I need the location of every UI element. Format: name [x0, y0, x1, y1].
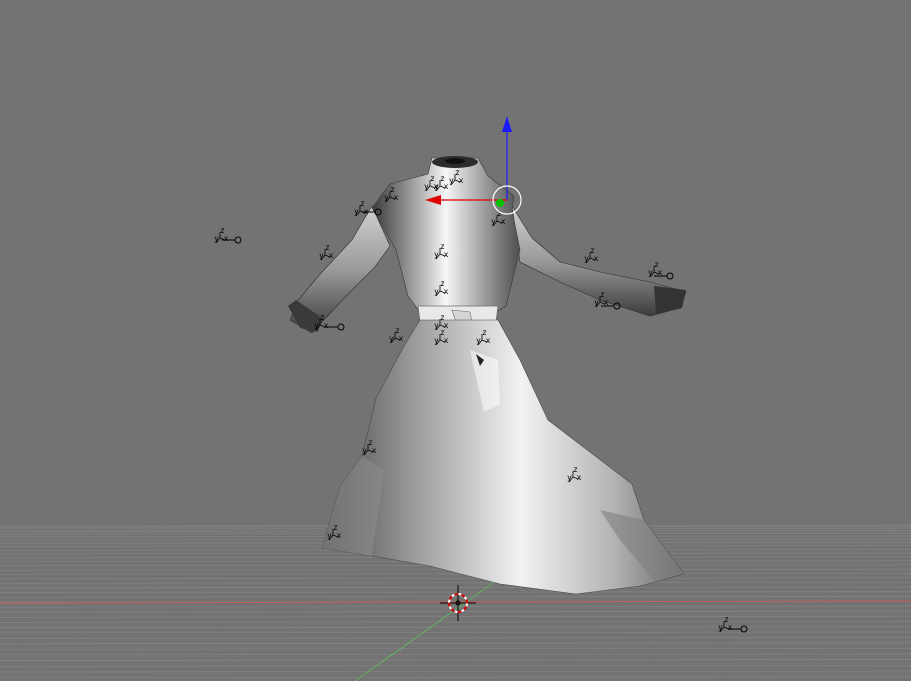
neck-opening [445, 158, 465, 164]
empty-label-z: z [440, 174, 445, 183]
empty-label-z: z [440, 242, 445, 251]
empty-label-z: z [440, 328, 445, 337]
gizmo-y-handle[interactable] [496, 199, 504, 207]
empty-label-z: z [724, 615, 729, 624]
empty-label-z: z [368, 438, 373, 447]
empty-label-z: z [220, 226, 225, 235]
empty-label-z: z [455, 168, 460, 177]
empty-label: y x [314, 321, 329, 330]
empty-label-z: z [600, 290, 605, 299]
empty-label: y x [434, 182, 449, 191]
empty-label-z: z [395, 326, 400, 335]
empty-label-z: z [325, 243, 330, 252]
3d-viewport[interactable]: y xzy xzy xzy xzy xzy xzy xzy xzy xzy xz… [0, 0, 911, 681]
empty-label-z: z [333, 523, 338, 532]
empty-label: y x [434, 287, 449, 296]
empty-label-z: z [654, 260, 659, 269]
empty-label: y x [476, 336, 491, 345]
empty-label: y x [567, 473, 582, 482]
empty-label-z: z [360, 199, 365, 208]
empty-label: y x [491, 217, 506, 226]
empty-label-z: z [390, 185, 395, 194]
empty-label-z: z [440, 279, 445, 288]
empty-label: y x [214, 234, 229, 243]
empty-label: y x [718, 623, 733, 632]
empty-label: y x [319, 251, 334, 260]
empty-label-z: z [573, 465, 578, 474]
empty-label-z: z [482, 328, 487, 337]
empty-label: y x [434, 336, 449, 345]
empty-label-z: z [590, 246, 595, 255]
empty-label-z: z [440, 313, 445, 322]
viewport-canvas[interactable]: y xzy xz y xzy xzy xzy xzy xzy xzy xzy xz… [0, 0, 911, 681]
empty-label-z: z [320, 313, 325, 322]
empty-label: y x [327, 531, 342, 540]
empty-label: y x [449, 176, 464, 185]
empty-label: y x [362, 446, 377, 455]
empty-label: y x [434, 250, 449, 259]
empty-label: y x [384, 193, 399, 202]
empty-label: y x [389, 334, 404, 343]
empty-label: y x [584, 254, 599, 263]
